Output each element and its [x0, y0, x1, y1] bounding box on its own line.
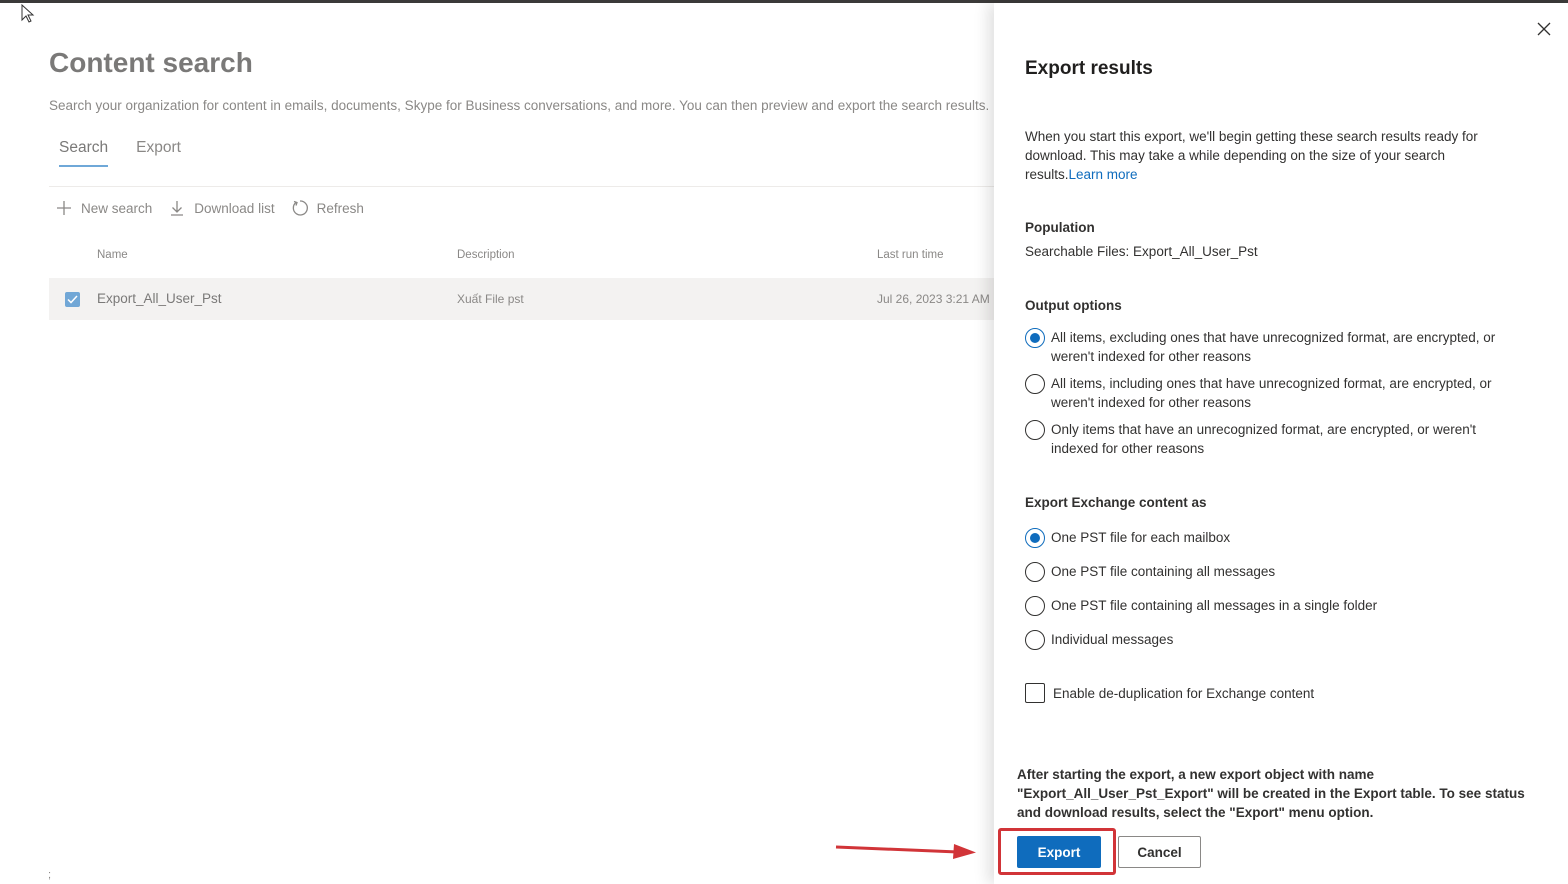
- column-last-run[interactable]: Last run time: [877, 249, 943, 261]
- refresh-icon: [292, 200, 308, 216]
- table-header: Name Description Last run time: [49, 249, 994, 269]
- radio-label: One PST file containing all messages in …: [1051, 598, 1378, 613]
- radio-selected[interactable]: [1025, 528, 1045, 548]
- exchange-option-single-pst[interactable]: One PST file containing all messages: [1025, 562, 1516, 582]
- download-list-button[interactable]: Download list: [168, 199, 275, 217]
- radio-label: Only items that have an unrecognized for…: [1051, 422, 1477, 456]
- row-checkbox[interactable]: [65, 292, 80, 307]
- tab-export[interactable]: Export: [136, 139, 181, 167]
- content-search-page: Content search Search your organization …: [0, 3, 994, 884]
- radio-unselected[interactable]: [1025, 374, 1045, 394]
- new-search-label: New search: [81, 200, 153, 216]
- export-results-panel: Export results When you start this expor…: [994, 3, 1568, 884]
- learn-more-link[interactable]: Learn more: [1069, 167, 1138, 182]
- download-list-label: Download list: [194, 200, 275, 216]
- tab-search[interactable]: Search: [59, 139, 109, 167]
- annotation-arrow-icon: [835, 844, 976, 859]
- exchange-export-label: Export Exchange content as: [1025, 495, 1207, 510]
- radio-label: All items, excluding ones that have unre…: [1051, 330, 1496, 364]
- tab-bar: Search Export: [59, 139, 181, 167]
- page-title: Content search: [49, 47, 253, 78]
- dedup-checkbox[interactable]: Enable de-duplication for Exchange conte…: [1025, 683, 1314, 703]
- population-value: Searchable Files: Export_All_User_Pst: [1025, 244, 1258, 259]
- footer-mark: ;: [48, 869, 52, 881]
- refresh-label: Refresh: [316, 200, 364, 216]
- page-description: Search your organization for content in …: [49, 98, 990, 113]
- table-row[interactable]: Export_All_User_Pst Xuất File pst Jul 26…: [49, 278, 994, 320]
- cancel-button[interactable]: Cancel: [1118, 836, 1201, 868]
- column-description[interactable]: Description: [457, 249, 515, 261]
- radio-label: One PST file containing all messages: [1051, 564, 1276, 579]
- divider: [49, 186, 994, 187]
- refresh-button[interactable]: Refresh: [291, 199, 364, 217]
- toolbar: New search Download list Refresh: [55, 199, 364, 217]
- column-name[interactable]: Name: [97, 249, 128, 261]
- footer-note: After starting the export, a new export …: [1017, 767, 1525, 820]
- row-last-run: Jul 26, 2023 3:21 AM: [877, 292, 990, 306]
- download-icon: [171, 201, 184, 216]
- exchange-option-individual[interactable]: Individual messages: [1025, 630, 1516, 650]
- checkmark-icon: [67, 295, 78, 304]
- close-icon[interactable]: [1536, 21, 1552, 37]
- radio-unselected[interactable]: [1025, 596, 1045, 616]
- population-label: Population: [1025, 220, 1095, 235]
- exchange-option-pst-per-mailbox[interactable]: One PST file for each mailbox: [1025, 528, 1516, 548]
- radio-label: All items, including ones that have unre…: [1051, 376, 1492, 410]
- radio-label: One PST file for each mailbox: [1051, 530, 1231, 545]
- panel-title: Export results: [1025, 58, 1153, 79]
- row-description: Xuất File pst: [457, 292, 524, 306]
- dedup-label: Enable de-duplication for Exchange conte…: [1053, 685, 1315, 701]
- plus-icon: [57, 201, 71, 215]
- row-name[interactable]: Export_All_User_Pst: [97, 291, 222, 306]
- output-option-including[interactable]: All items, including ones that have unre…: [1025, 374, 1516, 412]
- output-option-only-unrecognized[interactable]: Only items that have an unrecognized for…: [1025, 420, 1516, 458]
- output-options-label: Output options: [1025, 298, 1122, 313]
- exchange-option-single-folder[interactable]: One PST file containing all messages in …: [1025, 596, 1516, 616]
- radio-unselected[interactable]: [1025, 630, 1045, 650]
- radio-label: Individual messages: [1051, 632, 1174, 647]
- checkbox-box[interactable]: [1025, 683, 1045, 703]
- panel-intro: When you start this export, we'll begin …: [1025, 127, 1515, 184]
- radio-unselected[interactable]: [1025, 420, 1045, 440]
- output-option-excluding[interactable]: All items, excluding ones that have unre…: [1025, 328, 1516, 366]
- export-button[interactable]: Export: [1017, 836, 1101, 868]
- radio-selected[interactable]: [1025, 328, 1045, 348]
- new-search-button[interactable]: New search: [55, 199, 152, 217]
- radio-unselected[interactable]: [1025, 562, 1045, 582]
